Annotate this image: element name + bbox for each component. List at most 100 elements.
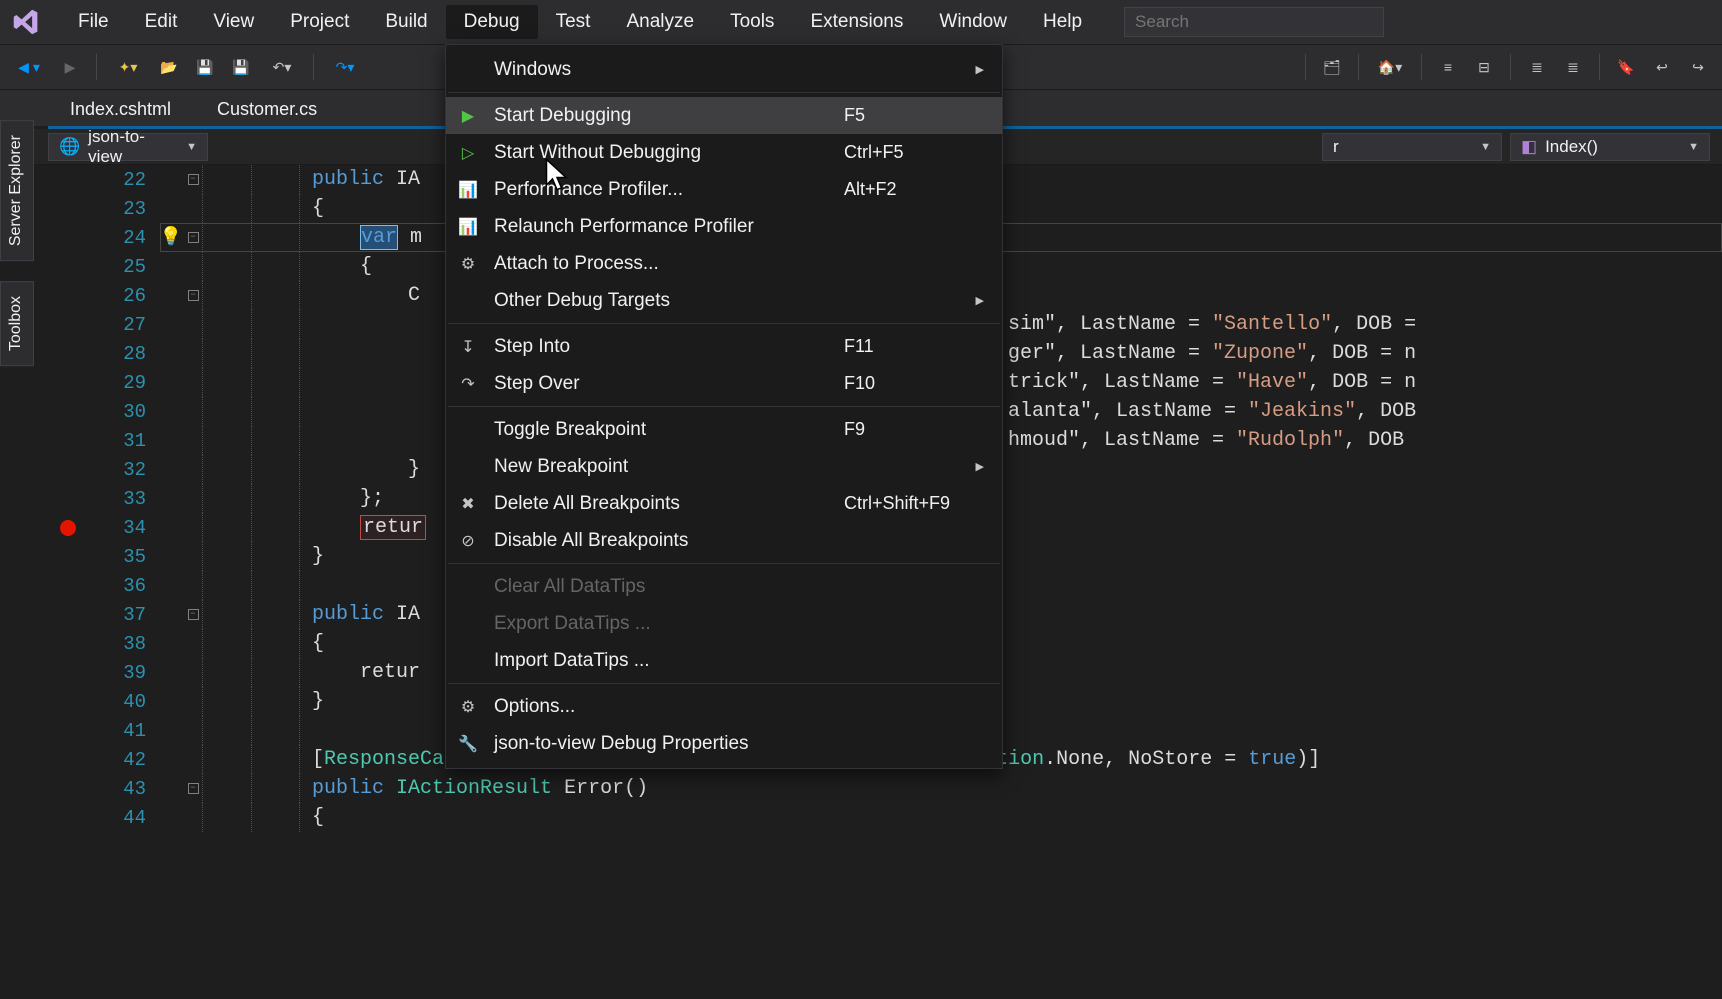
code-fragment[interactable]: hmoud", LastName = "Rudolph", DOB bbox=[1008, 426, 1404, 455]
code-fragment[interactable]: ger", LastName = "Zupone", DOB = n bbox=[1008, 339, 1416, 368]
debug-menu-step-into[interactable]: ↧Step IntoF11 bbox=[446, 328, 1002, 365]
gear-icon: ⚙ bbox=[456, 697, 480, 717]
gear-icon: ⚙ bbox=[456, 254, 480, 274]
redo-button[interactable]: ↷▾ bbox=[324, 51, 366, 83]
chart-icon: 📊 bbox=[456, 180, 480, 200]
line-number: 36 bbox=[88, 575, 158, 597]
menu-item-label: Delete All Breakpoints bbox=[494, 493, 830, 515]
debug-menu-step-over[interactable]: ↷Step OverF10 bbox=[446, 365, 1002, 402]
menu-search[interactable] bbox=[1124, 7, 1384, 37]
save-all-button[interactable]: 💾 bbox=[225, 51, 257, 83]
undo-button[interactable]: ↶▾ bbox=[261, 51, 303, 83]
open-file-button[interactable]: 📂 bbox=[153, 51, 185, 83]
nav-back-button[interactable]: ◀ ▾ bbox=[8, 51, 50, 83]
menu-item-label: Other Debug Targets bbox=[494, 290, 808, 312]
save-button[interactable]: 💾 bbox=[189, 51, 221, 83]
debug-menu-disable-all-breakpoints[interactable]: ⊘Disable All Breakpoints bbox=[446, 522, 1002, 559]
uncomment-icon[interactable]: ≣ bbox=[1557, 51, 1589, 83]
line-number: 26 bbox=[88, 285, 158, 307]
doctab-customercs[interactable]: Customer.cs bbox=[195, 93, 339, 126]
debug-menu-toggle-breakpoint[interactable]: Toggle BreakpointF9 bbox=[446, 411, 1002, 448]
debug-menu-attach-to-process-[interactable]: ⚙Attach to Process... bbox=[446, 245, 1002, 282]
new-item-button[interactable]: ✦▾ bbox=[107, 51, 149, 83]
search-input[interactable] bbox=[1124, 7, 1384, 37]
line-number: 34 bbox=[88, 517, 158, 539]
menu-help[interactable]: Help bbox=[1025, 5, 1100, 39]
debug-menu-other-debug-targets[interactable]: Other Debug Targets▶ bbox=[446, 282, 1002, 319]
menu-debug[interactable]: Debug bbox=[446, 5, 538, 39]
line-number: 41 bbox=[88, 720, 158, 742]
debug-menu-json-to-view-debug-properties[interactable]: 🔧json-to-view Debug Properties bbox=[446, 725, 1002, 762]
menu-edit[interactable]: Edit bbox=[127, 5, 196, 39]
code-line[interactable]: 44 { bbox=[48, 803, 1722, 832]
debug-menu-import-datatips-[interactable]: Import DataTips ... bbox=[446, 642, 1002, 679]
sidetab-toolbox[interactable]: Toolbox bbox=[0, 281, 34, 366]
menu-item-shortcut: Alt+F2 bbox=[844, 179, 984, 200]
sidetab-server-explorer[interactable]: Server Explorer bbox=[0, 120, 34, 261]
bookmark-icon[interactable]: 🔖 bbox=[1610, 51, 1642, 83]
debug-menu-relaunch-performance-profiler[interactable]: 📊Relaunch Performance Profiler bbox=[446, 208, 1002, 245]
bookmark-prev-icon[interactable]: ↩ bbox=[1646, 51, 1678, 83]
debug-menu-performance-profiler-[interactable]: 📊Performance Profiler...Alt+F2 bbox=[446, 171, 1002, 208]
vs-logo-icon bbox=[6, 2, 46, 42]
step-into-icon: ↧ bbox=[456, 337, 480, 357]
menu-project[interactable]: Project bbox=[272, 5, 367, 39]
debug-menu-clear-all-datatips: Clear All DataTips bbox=[446, 568, 1002, 605]
member-combo[interactable]: ◧ Index() ▼ bbox=[1510, 133, 1710, 161]
format-icon[interactable]: ⊟ bbox=[1468, 51, 1500, 83]
menu-view[interactable]: View bbox=[195, 5, 272, 39]
menu-item-label: Options... bbox=[494, 696, 830, 718]
browser-link-icon[interactable]: 🗂 bbox=[1316, 51, 1348, 83]
fold-toggle-icon[interactable]: − bbox=[188, 609, 199, 620]
debug-menu-start-debugging[interactable]: ▶Start DebuggingF5 bbox=[446, 97, 1002, 134]
code-text[interactable]: public IActionResult Error() bbox=[312, 777, 1722, 800]
menu-window[interactable]: Window bbox=[921, 5, 1025, 39]
debug-menu-new-breakpoint[interactable]: New Breakpoint▶ bbox=[446, 448, 1002, 485]
wrench-icon: 🔧 bbox=[456, 734, 480, 754]
menu-test[interactable]: Test bbox=[538, 5, 609, 39]
fold-toggle-icon[interactable]: − bbox=[188, 232, 199, 243]
line-number: 27 bbox=[88, 314, 158, 336]
class-label: r bbox=[1333, 137, 1339, 157]
bookmark-next-icon[interactable]: ↪ bbox=[1682, 51, 1714, 83]
debug-menu-windows[interactable]: Windows▶ bbox=[446, 51, 1002, 88]
browse-button[interactable]: 🏠▾ bbox=[1369, 51, 1411, 83]
comment-icon[interactable]: ≣ bbox=[1521, 51, 1553, 83]
indent-icon[interactable]: ≡ bbox=[1432, 51, 1464, 83]
debug-menu-start-without-debugging[interactable]: ▷Start Without DebuggingCtrl+F5 bbox=[446, 134, 1002, 171]
code-text[interactable]: { bbox=[312, 806, 1722, 829]
code-fragment[interactable]: alanta", LastName = "Jeakins", DOB bbox=[1008, 397, 1416, 426]
nav-fwd-button[interactable]: ▶ bbox=[54, 51, 86, 83]
play-outline-icon: ▷ bbox=[456, 143, 480, 163]
menu-file[interactable]: File bbox=[60, 5, 127, 39]
lightbulb-icon[interactable]: 💡 bbox=[160, 228, 182, 248]
method-cube-icon: ◧ bbox=[1521, 137, 1537, 157]
menu-item-shortcut: F9 bbox=[844, 419, 984, 440]
menu-build[interactable]: Build bbox=[367, 5, 445, 39]
code-line[interactable]: 43−public IActionResult Error() bbox=[48, 774, 1722, 803]
fold-toggle-icon[interactable]: − bbox=[188, 783, 199, 794]
menu-item-shortcut: F10 bbox=[844, 373, 984, 394]
disable-bp-icon: ⊘ bbox=[456, 531, 480, 551]
line-number: 31 bbox=[88, 430, 158, 452]
scope-combo[interactable]: 🌐 json-to-view ▼ bbox=[48, 133, 208, 161]
debug-menu-delete-all-breakpoints[interactable]: ✖Delete All BreakpointsCtrl+Shift+F9 bbox=[446, 485, 1002, 522]
doctab-indexcshtml[interactable]: Index.cshtml bbox=[48, 93, 193, 126]
line-number: 38 bbox=[88, 633, 158, 655]
menu-extensions[interactable]: Extensions bbox=[792, 5, 921, 39]
menu-analyze[interactable]: Analyze bbox=[608, 5, 712, 39]
debug-menu-options-[interactable]: ⚙ Options... bbox=[446, 688, 1002, 725]
editor-margin[interactable] bbox=[48, 520, 88, 536]
line-number: 44 bbox=[88, 807, 158, 829]
code-fragment[interactable]: trick", LastName = "Have", DOB = n bbox=[1008, 368, 1416, 397]
class-combo[interactable]: r ▼ bbox=[1322, 133, 1502, 161]
fold-toggle-icon[interactable]: − bbox=[188, 290, 199, 301]
chart-icon: 📊 bbox=[456, 217, 480, 237]
menu-item-shortcut: F5 bbox=[844, 105, 984, 126]
fold-toggle-icon[interactable]: − bbox=[188, 174, 199, 185]
breakpoint-icon[interactable] bbox=[60, 520, 76, 536]
menu-tools[interactable]: Tools bbox=[712, 5, 792, 39]
code-fragment[interactable]: sim", LastName = "Santello", DOB = bbox=[1008, 310, 1428, 339]
line-number: 28 bbox=[88, 343, 158, 365]
line-number: 30 bbox=[88, 401, 158, 423]
